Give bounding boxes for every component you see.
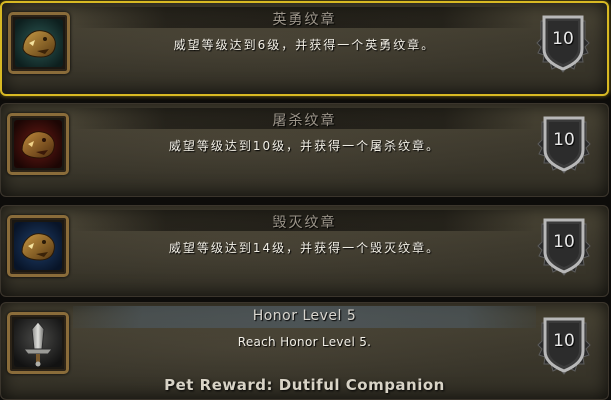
achievement-description: Reach Honor Level 5.: [237, 335, 372, 349]
achievement-points-shield-icon: 10: [536, 110, 592, 180]
achievement-reward: Pet Reward: Dutiful Companion: [164, 376, 445, 394]
achievement-points: 10: [553, 331, 575, 351]
achievement-row-slaughter-crest[interactable]: 屠杀纹章 威望等级达到10级，并获得一个屠杀纹章。 10: [0, 103, 609, 197]
title-bar: Honor Level 5: [73, 306, 536, 328]
achievement-points: 10: [553, 232, 575, 252]
title-bar: 英勇纹章: [74, 7, 535, 28]
achievement-points: 10: [553, 130, 575, 150]
achievement-title: 毁灭纹章: [272, 215, 337, 231]
title-bar: 毁灭纹章: [73, 210, 536, 231]
achievement-title: Honor Level 5: [252, 308, 357, 324]
crest-destruction-icon: [7, 215, 69, 277]
achievement-description: 威望等级达到10级，并获得一个屠杀纹章。: [168, 139, 441, 153]
achievement-title: 屠杀纹章: [272, 113, 337, 129]
achievement-description: 威望等级达到6级，并获得一个英勇纹章。: [173, 38, 436, 52]
achievement-description: 威望等级达到14级，并获得一个毁灭纹章。: [168, 241, 441, 255]
achievement-points: 10: [552, 29, 574, 49]
sword-honor-icon: [7, 312, 69, 374]
achievement-points-shield-icon: 10: [536, 212, 592, 282]
title-bar: 屠杀纹章: [73, 108, 536, 129]
achievement-points-shield-icon: 10: [535, 9, 591, 79]
achievement-row-heroic-crest[interactable]: 英勇纹章 威望等级达到6级，并获得一个英勇纹章。 10: [0, 1, 609, 96]
achievement-row-honor-level-5[interactable]: Honor Level 5 Reach Honor Level 5. Pet R…: [0, 302, 609, 400]
achievement-row-destruction-crest[interactable]: 毁灭纹章 威望等级达到14级，并获得一个毁灭纹章。 10: [0, 205, 609, 297]
achievement-title: 英勇纹章: [272, 12, 337, 28]
crest-slaughter-icon: [7, 113, 69, 175]
crest-heroic-icon: [8, 12, 70, 74]
achievement-points-shield-icon: 10: [536, 311, 592, 381]
